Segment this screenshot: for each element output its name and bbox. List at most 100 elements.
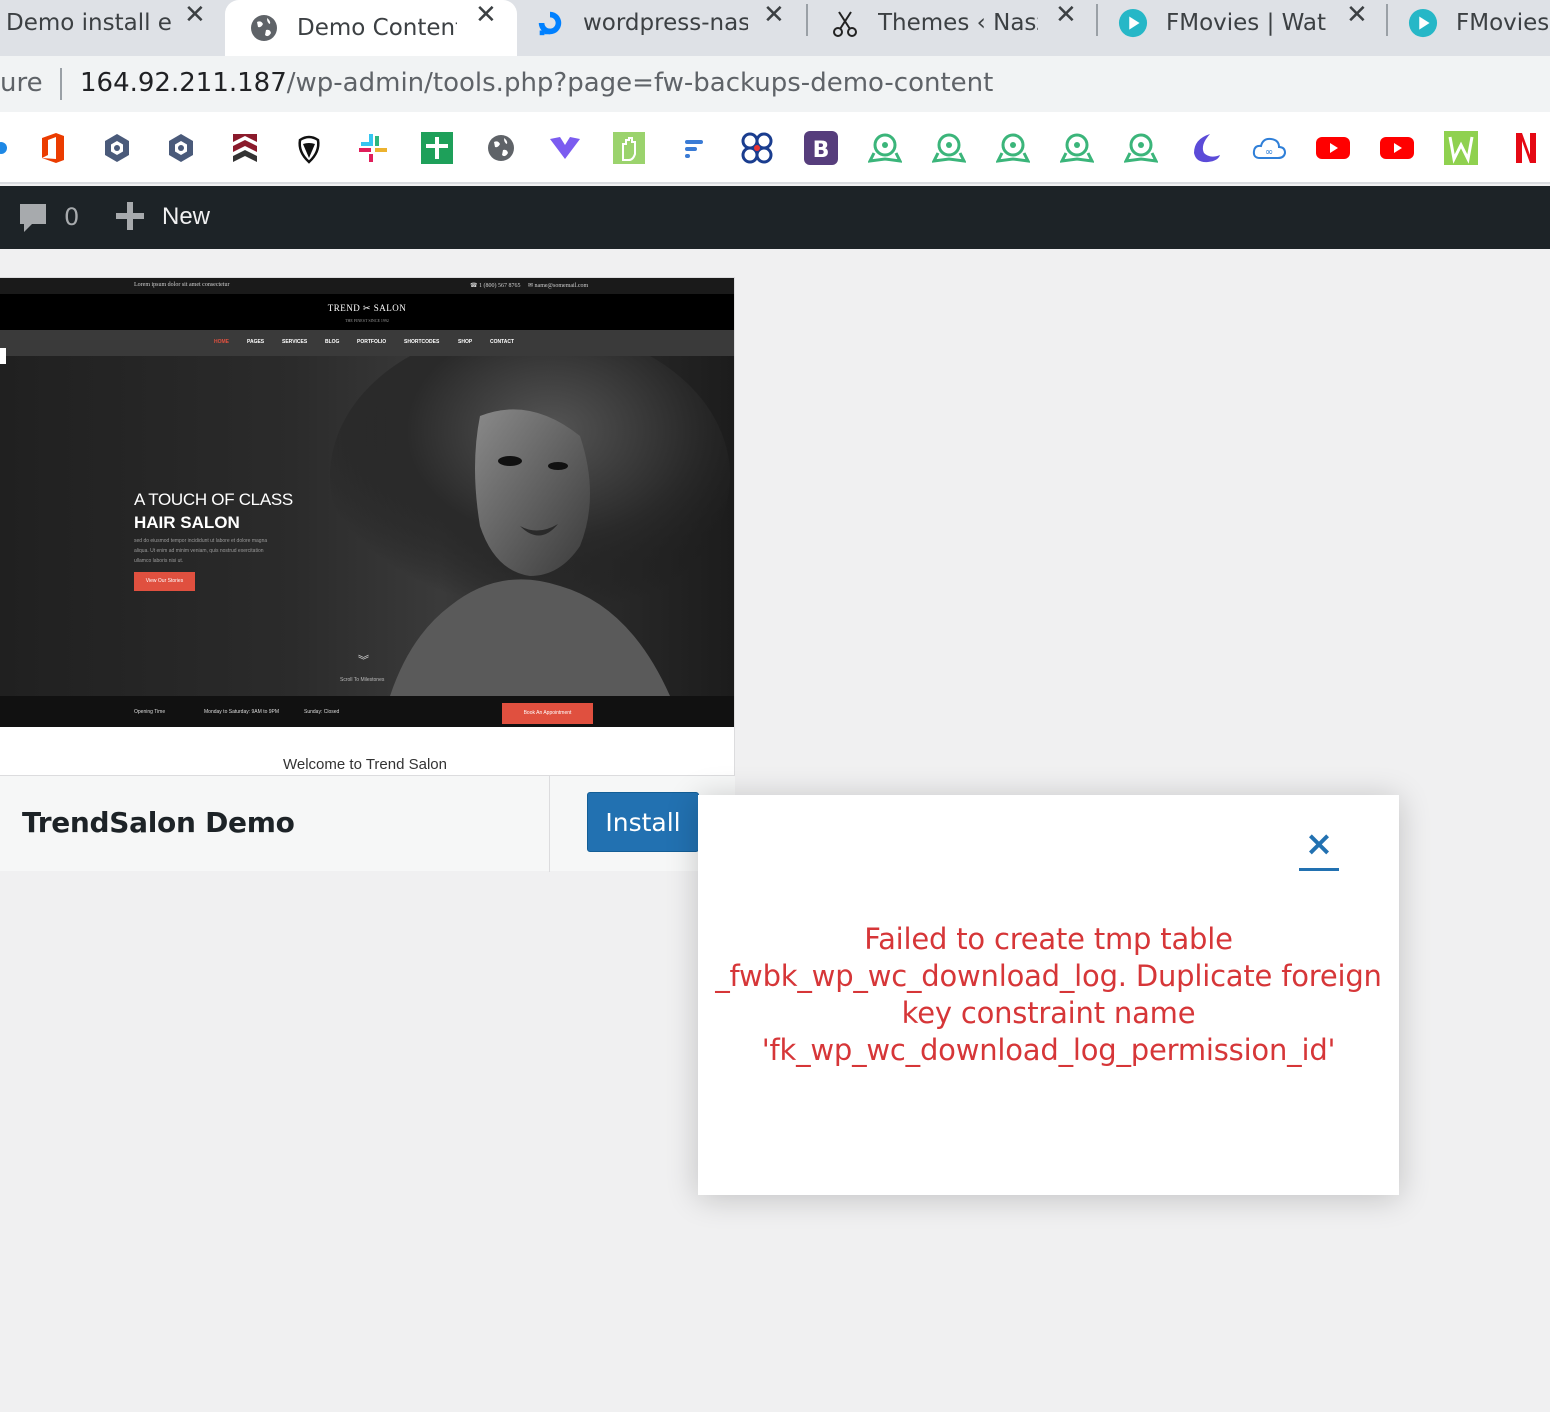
preview-logo-sub: THE FINEST SINCE 1992 — [345, 318, 389, 323]
preview-nav-item: CONTACT — [490, 339, 515, 345]
chevron-shield-icon[interactable] — [227, 130, 263, 166]
tab-demo-content[interactable]: Demo Content ✕ — [225, 0, 517, 56]
preview-marker — [0, 348, 6, 364]
tracker-icon[interactable] — [1123, 130, 1159, 166]
close-icon[interactable]: ✕ — [475, 0, 497, 30]
tab-label: FMovies | Watc — [1166, 10, 1326, 36]
tab-fmovies-1[interactable]: FMovies | Watc ✕ — [1118, 0, 1383, 46]
preview-lorem: sed do eiusmod tempor incididunt ut labo… — [134, 538, 268, 564]
preview-nav: HOME PAGES SERVICES BLOG PORTFOLIO SHORT… — [0, 330, 734, 356]
chevron-down-icon: ︾ — [358, 654, 369, 667]
preview-top-text: Lorem ipsum dolor sit amet consectetur — [134, 282, 230, 288]
tab-separator — [806, 4, 808, 36]
url-host: 164.92.211.187 — [80, 68, 287, 98]
tab-fmovies-2[interactable]: FMovies — [1408, 0, 1550, 46]
preview-opening: Opening Time — [134, 709, 166, 715]
tab-label: wordpress-nasz — [583, 10, 748, 36]
cloud-icon[interactable]: ∞ — [1251, 130, 1287, 166]
globe-icon — [249, 13, 279, 43]
comment-icon[interactable] — [18, 202, 48, 238]
bookmarks-bar: B ∞ — [0, 112, 1550, 184]
security-label[interactable]: ure — [0, 68, 43, 98]
preview-nav-item: PORTFOLIO — [357, 339, 387, 345]
preview-hero: A TOUCH OF CLASS HAIR SALON sed do eiusm… — [0, 356, 734, 696]
preview-book: Book An Appointment — [502, 703, 593, 724]
comment-count[interactable]: 0 — [64, 203, 79, 231]
acorn-icon[interactable] — [291, 130, 327, 166]
preview-weekday: Monday to Saturday: 9AM to 9PM — [204, 709, 280, 715]
preview-top-email: ✉ name@somemail.com — [528, 283, 589, 289]
office-icon[interactable] — [35, 130, 71, 166]
browser-tab-strip: Demo install er ✕ Demo Content ✕ wordpre… — [0, 0, 1550, 56]
crescent-icon[interactable] — [1187, 130, 1223, 166]
demo-card: Lorem ipsum dolor sit amet consectetur ☎… — [0, 277, 735, 872]
tab-demo-install[interactable]: Demo install er ✕ — [0, 0, 220, 46]
knot-icon[interactable] — [739, 130, 775, 166]
new-content-link[interactable]: New — [162, 203, 210, 231]
hex-icon[interactable] — [163, 130, 199, 166]
error-modal: × Failed to create tmp table _fwbk_wp_wc… — [698, 795, 1399, 1195]
youtube-icon[interactable] — [1379, 130, 1415, 166]
plus-icon[interactable] — [116, 202, 144, 234]
play-icon — [1118, 8, 1148, 38]
tab-label: Themes ‹ Nasz — [878, 10, 1038, 36]
preview-nav-item: SHORTCODES — [404, 339, 440, 345]
heart-purple-icon[interactable] — [547, 130, 583, 166]
plus-green-icon[interactable] — [419, 130, 455, 166]
scissors-icon — [830, 8, 860, 38]
close-icon[interactable]: ✕ — [184, 0, 206, 30]
tab-wordpress[interactable]: wordpress-nasz ✕ — [535, 0, 805, 46]
tab-separator — [1386, 4, 1388, 36]
flow-icon[interactable] — [675, 130, 711, 166]
bootstrap-icon[interactable]: B — [803, 130, 839, 166]
error-line: _fwbk_wp_wc_download_log. Duplicate fore… — [715, 959, 1382, 993]
close-icon[interactable]: ✕ — [1346, 0, 1368, 30]
hex-icon[interactable] — [99, 130, 135, 166]
preview-topbar: Lorem ipsum dolor sit amet consectetur ☎… — [0, 278, 734, 294]
preview-footer: Opening Time Monday to Saturday: 9AM to … — [0, 696, 734, 727]
tab-label: Demo Content — [297, 15, 457, 41]
error-line: key constraint name — [901, 996, 1196, 1030]
error-message: Failed to create tmp table _fwbk_wp_wc_d… — [708, 921, 1389, 1069]
close-icon[interactable]: ✕ — [763, 0, 785, 30]
hand-icon[interactable] — [611, 130, 647, 166]
demo-screenshot: Lorem ipsum dolor sit amet consectetur ☎… — [0, 278, 734, 727]
bookmark-edge-icon[interactable] — [0, 130, 24, 166]
preview-nav-item: HOME — [214, 339, 229, 345]
close-icon[interactable]: × — [1299, 823, 1339, 871]
slack-icon[interactable] — [355, 130, 391, 166]
preview-top-phone: ☎ 1 (800) 567 8765 — [470, 283, 521, 289]
tracker-icon[interactable] — [995, 130, 1031, 166]
w-icon[interactable] — [1443, 130, 1479, 166]
preview-nav-item: SERVICES — [282, 339, 308, 345]
preview-title: HAIR SALON — [134, 513, 240, 532]
preview-logo: TREND ✂ SALON — [327, 303, 407, 313]
tracker-icon[interactable] — [1059, 130, 1095, 166]
preview-scroll: Scroll To Milestones — [340, 677, 385, 683]
close-icon[interactable]: ✕ — [1055, 0, 1077, 30]
portrait-image — [330, 356, 730, 696]
address-divider — [60, 68, 62, 100]
tab-themes[interactable]: Themes ‹ Nasz ✕ — [830, 0, 1095, 46]
url-path: /wp-admin/tools.php?page=fw-backups-demo… — [286, 68, 994, 98]
tab-label: FMovies — [1456, 10, 1548, 36]
preview-sunday: Sunday: Closed — [304, 709, 340, 715]
netflix-icon[interactable] — [1507, 130, 1543, 166]
play-icon — [1408, 8, 1438, 38]
footer-divider — [549, 776, 550, 872]
preview-nav-item: PAGES — [247, 339, 265, 345]
install-button[interactable]: Install — [587, 792, 699, 852]
omnibox[interactable]: ure 164.92.211.187/wp-admin/tools.php?pa… — [0, 56, 1550, 112]
preview-cta: View Our Stories — [134, 572, 195, 591]
youtube-icon[interactable] — [1315, 130, 1351, 166]
preview-tagline: A TOUCH OF CLASS — [134, 490, 293, 509]
demo-description: Welcome to Trend Salon — [283, 756, 447, 773]
preview-nav-item: BLOG — [325, 339, 340, 345]
preview-nav-item: SHOP — [458, 339, 473, 345]
tracker-icon[interactable] — [931, 130, 967, 166]
demo-name: TrendSalon Demo — [22, 806, 295, 839]
error-line: Failed to create tmp table — [864, 922, 1233, 956]
url-text[interactable]: 164.92.211.187/wp-admin/tools.php?page=f… — [80, 68, 993, 98]
globe-icon[interactable] — [483, 130, 519, 166]
tracker-icon[interactable] — [867, 130, 903, 166]
